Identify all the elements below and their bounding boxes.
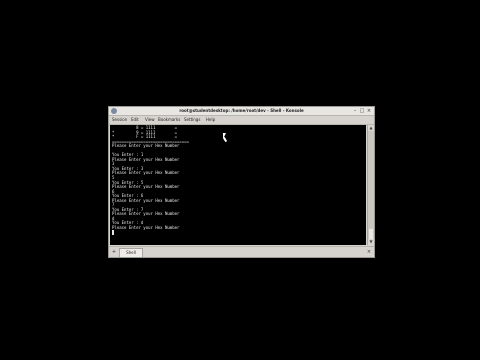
terminal-line: Please Enter your Hex Number [112,225,180,231]
menu-help[interactable]: Help [206,116,215,124]
menu-session[interactable]: Session [112,116,127,124]
tab-bar: + Shell × [109,246,374,257]
terminal-line: Please Enter your Hex Number [112,156,180,162]
title-bar[interactable]: root@studentdesktop: /home/root/dev - Sh… [109,107,374,116]
maximize-icon[interactable]: □ [359,108,365,114]
terminal-line: Please Enter your Hex Number [112,211,180,217]
terminal-output[interactable]: 8 = 1111 = * 9 = 1111 = * F = 1111 = ===… [110,125,366,245]
menu-view[interactable]: View [145,116,155,124]
konsole-window: root@studentdesktop: /home/root/dev - Sh… [108,106,375,258]
close-tab-icon[interactable]: × [366,249,372,255]
close-icon[interactable]: × [366,108,372,114]
new-tab-icon[interactable]: + [111,249,117,255]
scrollbar[interactable]: ▲ ▼ [367,125,374,245]
window-title: root@studentdesktop: /home/root/dev - Sh… [179,108,304,113]
terminal-text: 8 = 1111 = * 9 = 1111 = * F = 1111 = ===… [110,125,366,236]
text-cursor [112,229,115,235]
scroll-up-icon[interactable]: ▲ [368,125,374,131]
scroll-down-icon[interactable]: ▼ [368,239,374,245]
terminal-line: Please Enter your Hex Number [112,143,180,149]
menu-settings[interactable]: Settings [184,116,200,124]
scroll-thumb[interactable] [369,229,373,239]
terminal-line: Please Enter your Hex Number [112,184,180,190]
mouse-pointer-icon [223,133,226,139]
menu-bar: Session Edit View Bookmarks Settings Hel… [109,116,374,125]
menu-bookmarks[interactable]: Bookmarks [158,116,180,124]
menu-edit[interactable]: Edit [131,116,139,124]
terminal-line: Please Enter your Hex Number [112,170,180,176]
tab-shell[interactable]: Shell [119,248,143,257]
minimize-icon[interactable]: – [352,108,358,114]
terminal-line: Please Enter your Hex Number [112,197,180,203]
